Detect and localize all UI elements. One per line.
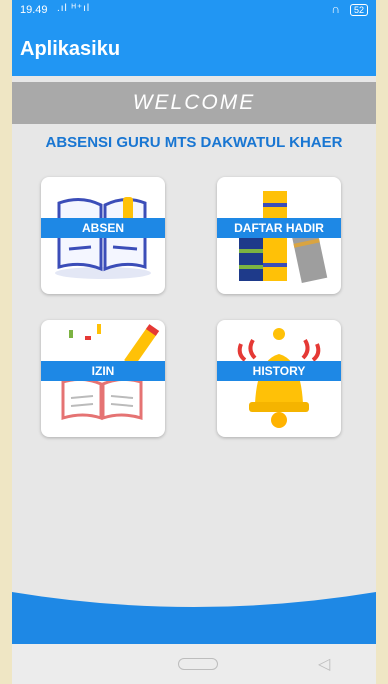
signal-icon: .ıl ᴴ⁺ıl: [57, 3, 91, 14]
daftar-hadir-label: DAFTAR HADIR: [217, 218, 341, 238]
app-title: Aplikasiku: [20, 38, 121, 60]
watermark-right: [376, 0, 388, 684]
absen-button[interactable]: ABSEN: [41, 177, 165, 294]
phone-screen: 19.49 .ıl ᴴ⁺ıl ∩ 52 Aplikasiku WELCOME A…: [12, 0, 376, 684]
watermark-left: [0, 0, 12, 684]
welcome-banner: WELCOME: [12, 82, 376, 124]
page-heading: ABSENSI GURU MTS DAKWATUL KHAER: [45, 134, 343, 151]
home-button[interactable]: [178, 658, 218, 670]
app-bar: Aplikasiku: [12, 22, 376, 76]
absen-label: ABSEN: [41, 218, 165, 238]
izin-label: IZIN: [41, 361, 165, 381]
status-bar: 19.49 .ıl ᴴ⁺ıl ∩ 52: [12, 0, 376, 22]
back-button[interactable]: ◁: [318, 654, 330, 674]
izin-button[interactable]: IZIN: [41, 320, 165, 437]
headset-icon: ∩: [331, 2, 340, 16]
status-time: 19.49: [20, 4, 48, 16]
daftar-hadir-button[interactable]: DAFTAR HADIR: [217, 177, 341, 294]
history-label: HISTORY: [217, 361, 341, 381]
battery-icon: 52: [349, 4, 368, 16]
system-nav-bar: ◁: [12, 644, 376, 684]
bottom-wave: [12, 592, 376, 644]
history-button[interactable]: HISTORY: [217, 320, 341, 437]
